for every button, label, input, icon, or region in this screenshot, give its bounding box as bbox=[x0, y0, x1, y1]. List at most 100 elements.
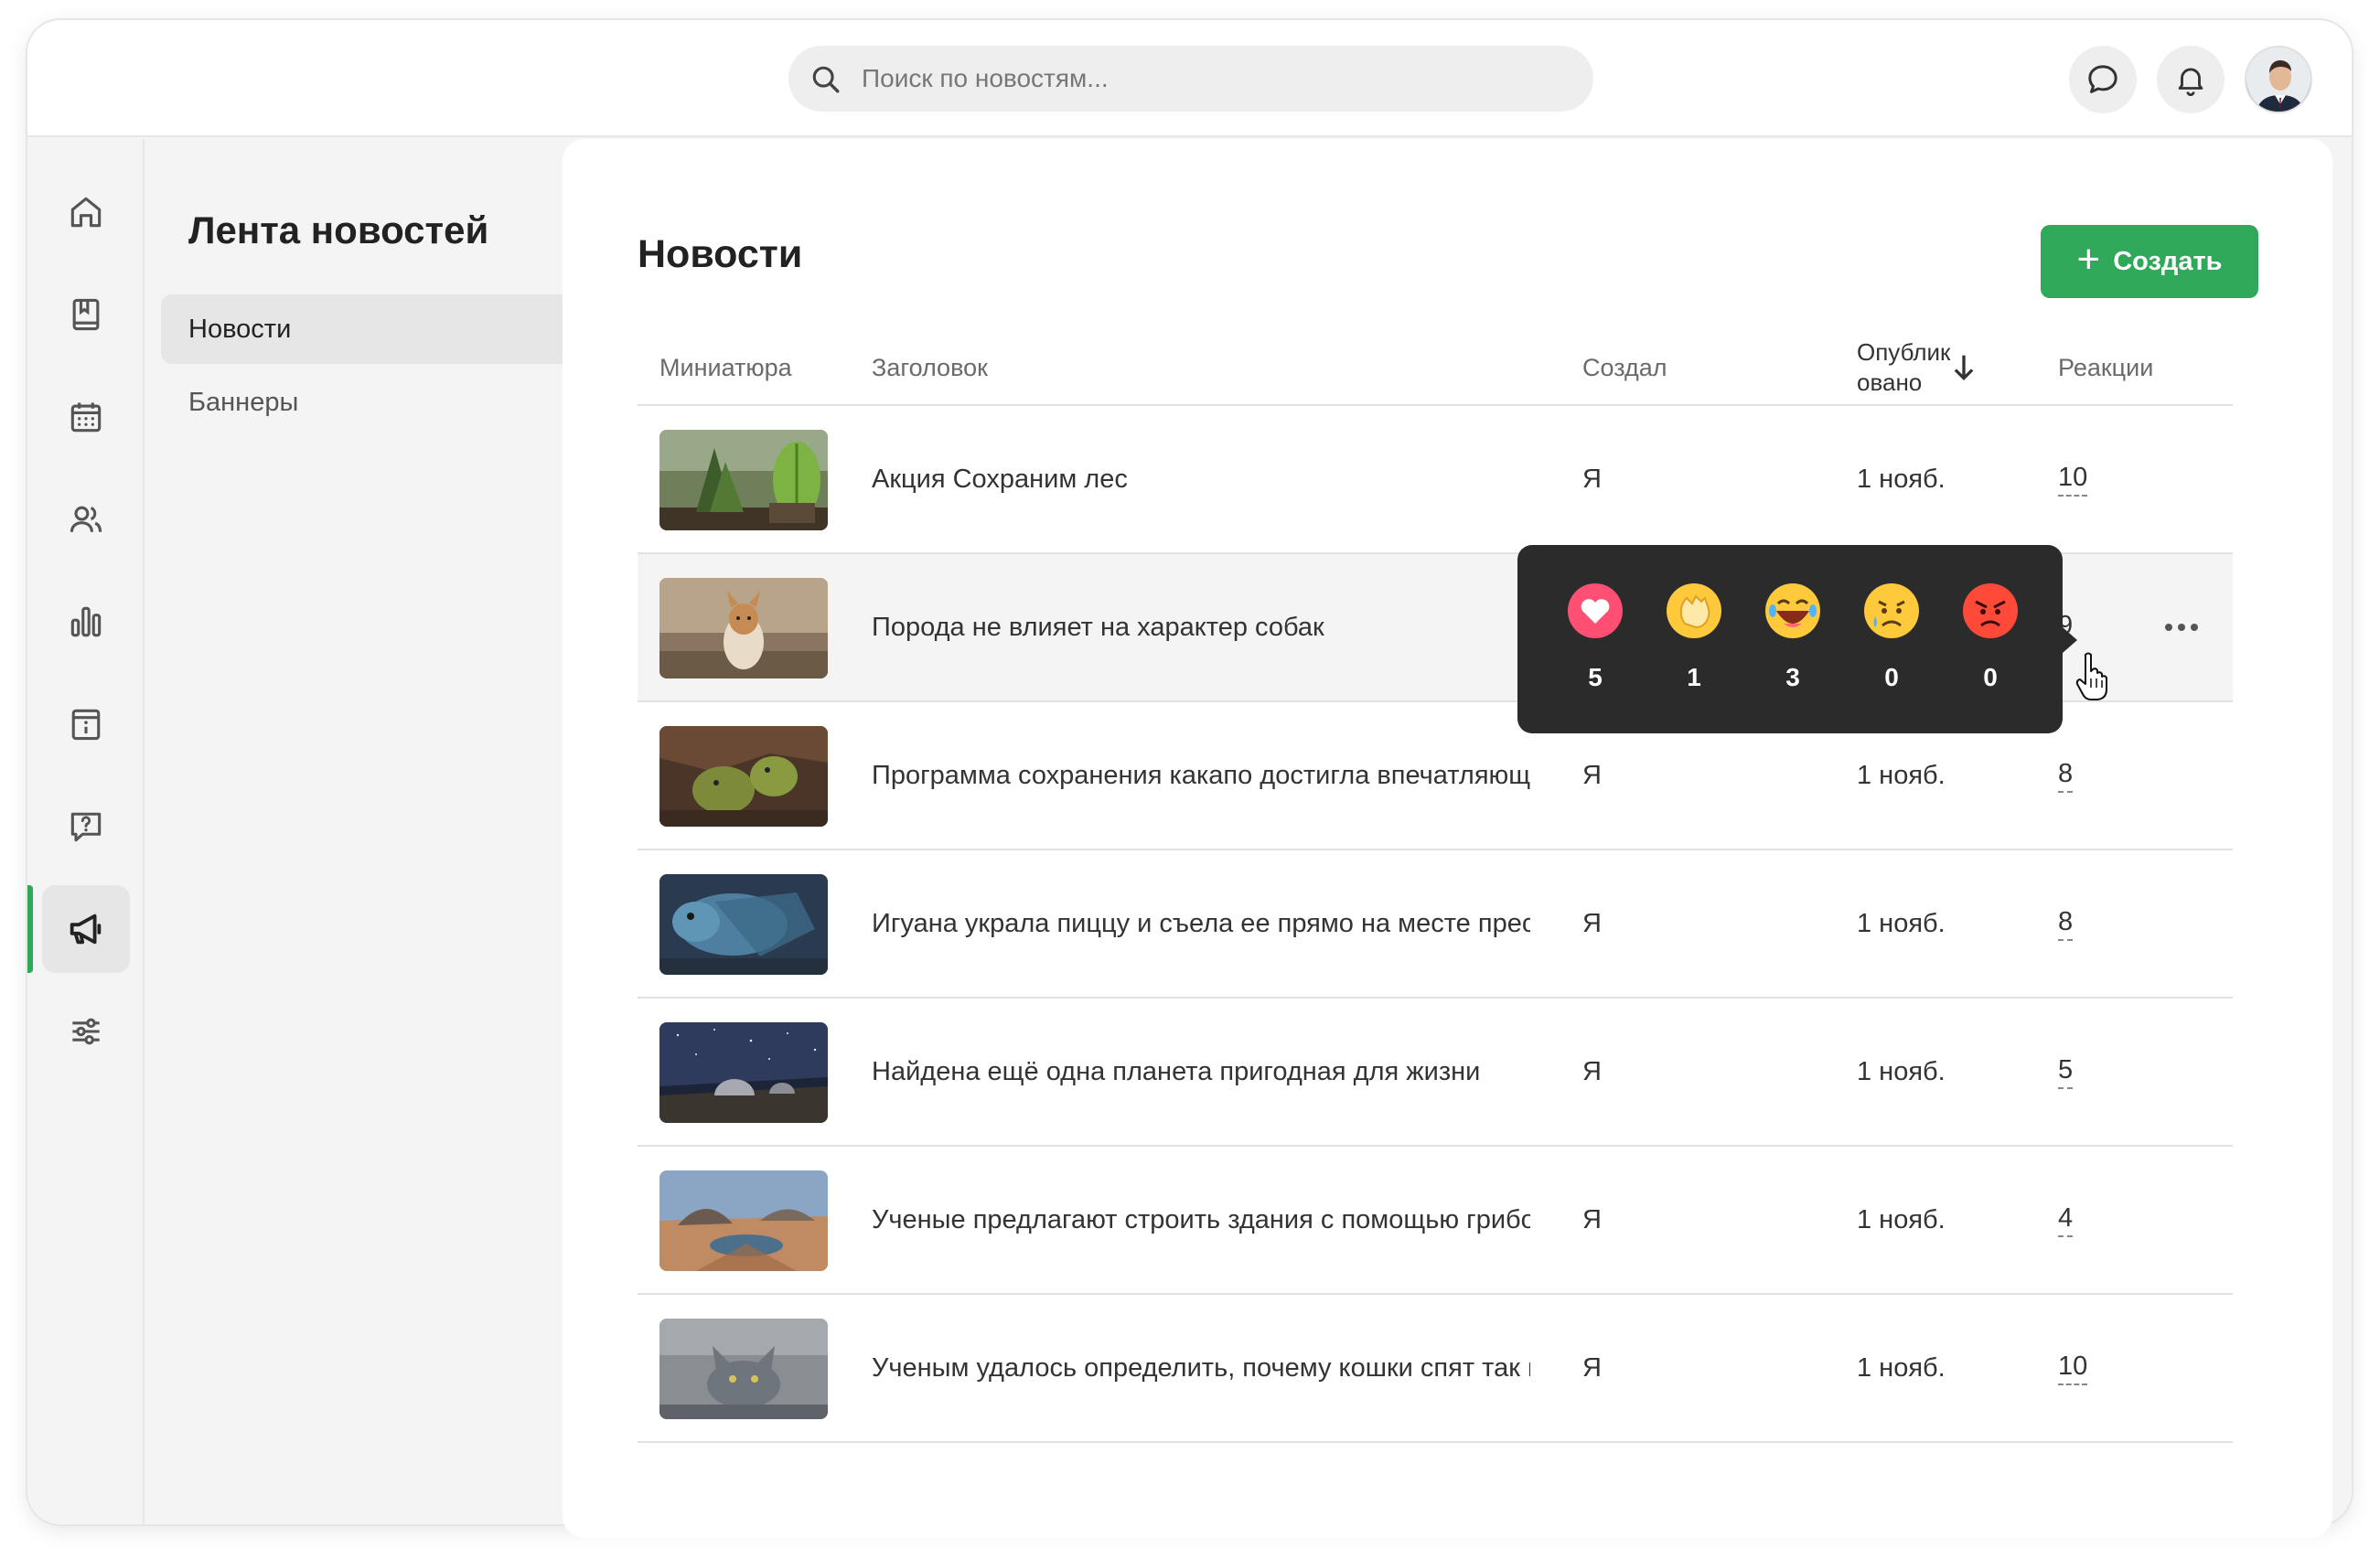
news-date: 1 нояб. bbox=[1857, 1352, 1946, 1383]
news-title[interactable]: Ученым удалось определить, почему кошки … bbox=[872, 1295, 1530, 1441]
icon-rail bbox=[27, 139, 145, 1524]
rail-people[interactable] bbox=[42, 475, 130, 563]
column-reactions: Реакции bbox=[2058, 353, 2154, 381]
reaction-count: 0 bbox=[1983, 663, 1998, 691]
news-title[interactable]: Порода не влияет на характер собак bbox=[872, 554, 1530, 700]
reactions-cell[interactable]: 10 bbox=[2058, 406, 2088, 552]
angry-emoji-icon bbox=[1963, 583, 2018, 638]
avatar[interactable] bbox=[2245, 46, 2312, 113]
sad-emoji-icon bbox=[1864, 583, 1919, 638]
news-author: Я bbox=[1582, 1352, 1602, 1383]
reactions-cell[interactable]: 8 bbox=[2058, 850, 2074, 997]
book-icon bbox=[72, 298, 100, 331]
reactions-count[interactable]: 5 bbox=[2058, 1054, 2074, 1089]
calendar-icon bbox=[70, 402, 102, 433]
rail-faq[interactable] bbox=[42, 783, 130, 871]
search-input[interactable] bbox=[862, 46, 1557, 112]
megaphone-icon bbox=[70, 914, 102, 945]
chat-icon bbox=[2088, 65, 2117, 93]
bar-chart-icon bbox=[70, 606, 102, 637]
reaction-clap: 1 bbox=[1662, 582, 1726, 692]
reactions-count[interactable]: 10 bbox=[2058, 1351, 2088, 1385]
question-chat-icon bbox=[70, 812, 102, 842]
rail-active-indicator bbox=[27, 885, 33, 973]
reaction-count: 0 bbox=[1884, 663, 1899, 691]
news-author: Я bbox=[1582, 1056, 1602, 1086]
reactions-count[interactable]: 4 bbox=[2058, 1202, 2074, 1237]
news-subnav: Лента новостей Новости Баннеры bbox=[146, 139, 596, 1524]
people-icon bbox=[70, 506, 102, 532]
column-title: Заголовок bbox=[872, 353, 988, 381]
reactions-count[interactable]: 8 bbox=[2058, 758, 2074, 793]
rail-news[interactable] bbox=[42, 885, 130, 973]
chat-button[interactable] bbox=[2069, 46, 2137, 113]
heart-emoji-icon bbox=[1568, 583, 1623, 638]
rail-analytics[interactable] bbox=[42, 578, 130, 666]
reactions-tooltip: 5 1 3 0 0 bbox=[1517, 545, 2077, 733]
reactions-cell[interactable]: 5 bbox=[2058, 999, 2074, 1145]
reactions-count[interactable]: 8 bbox=[2058, 906, 2074, 941]
news-author: Я bbox=[1582, 464, 1602, 494]
subnav-item-news[interactable]: Новости bbox=[161, 294, 571, 364]
reaction-laugh: 3 bbox=[1761, 582, 1825, 692]
thumbnail-image bbox=[659, 578, 828, 678]
news-title[interactable]: Найдена ещё одна планета пригодная для ж… bbox=[872, 999, 1530, 1145]
subnav-title: Лента новостей bbox=[188, 208, 489, 251]
page-title: Новости bbox=[638, 232, 803, 276]
rail-home[interactable] bbox=[42, 168, 130, 256]
news-table: Миниатюра Заголовок Создал Опублик овано… bbox=[638, 329, 2233, 1443]
thumbnail-image bbox=[659, 1319, 828, 1419]
clap-emoji-icon bbox=[1667, 583, 1721, 638]
news-date: 1 нояб. bbox=[1857, 908, 1946, 938]
plus-icon: + bbox=[2076, 237, 2101, 282]
news-date: 1 нояб. bbox=[1857, 464, 1946, 494]
row-more-button[interactable] bbox=[2160, 609, 2203, 646]
news-title[interactable]: Акция Сохраним лес bbox=[872, 406, 1530, 552]
news-date: 1 нояб. bbox=[1857, 1056, 1946, 1086]
reaction-sad: 0 bbox=[1860, 582, 1924, 692]
reaction-angry: 0 bbox=[1958, 582, 2022, 692]
reaction-heart: 5 bbox=[1563, 582, 1627, 692]
home-icon bbox=[70, 197, 102, 228]
search-box[interactable] bbox=[788, 46, 1593, 112]
user-photo-icon bbox=[2246, 48, 2310, 112]
reactions-cell[interactable]: 10 bbox=[2058, 1295, 2088, 1441]
rail-calendar[interactable] bbox=[42, 373, 130, 461]
rail-info[interactable] bbox=[42, 680, 130, 768]
news-title[interactable]: Ученые предлагают строить здания с помощ… bbox=[872, 1147, 1530, 1293]
subnav-item-banners[interactable]: Баннеры bbox=[161, 368, 571, 437]
table-row[interactable]: Ученым удалось определить, почему кошки … bbox=[638, 1295, 2233, 1443]
thumbnail-image bbox=[659, 726, 828, 827]
news-author: Я bbox=[1582, 1204, 1602, 1234]
notifications-button[interactable] bbox=[2157, 46, 2225, 113]
column-thumb: Миниатюра bbox=[659, 353, 792, 381]
reaction-count: 3 bbox=[1785, 663, 1800, 691]
more-dots-icon bbox=[2165, 624, 2198, 631]
table-row[interactable]: Найдена ещё одна планета пригодная для ж… bbox=[638, 999, 2233, 1147]
news-title[interactable]: Игуана украла пиццу и съела ее прямо на … bbox=[872, 850, 1530, 997]
top-bar bbox=[27, 20, 2352, 137]
info-calendar-icon bbox=[71, 709, 101, 741]
table-row[interactable]: Игуана украла пиццу и съела ее прямо на … bbox=[638, 850, 2233, 999]
thumbnail-image bbox=[659, 874, 828, 975]
column-author: Создал bbox=[1582, 353, 1667, 381]
reaction-count: 1 bbox=[1687, 663, 1701, 691]
news-title[interactable]: Программа сохранения какапо достигла впе… bbox=[872, 702, 1530, 849]
reactions-cell[interactable]: 4 bbox=[2058, 1147, 2074, 1293]
laugh-emoji-icon bbox=[1765, 583, 1820, 638]
news-author: Я bbox=[1582, 908, 1602, 938]
table-row[interactable]: Ученые предлагают строить здания с помощ… bbox=[638, 1147, 2233, 1295]
reactions-count[interactable]: 10 bbox=[2058, 462, 2088, 497]
news-card: Новости + Создать Миниатюра Заголовок Со… bbox=[563, 139, 2332, 1538]
create-button-label: Создать bbox=[2113, 246, 2223, 276]
thumbnail-image bbox=[659, 430, 828, 530]
sort-down-icon[interactable] bbox=[1946, 349, 1982, 386]
table-row[interactable]: Акция Сохраним лес Я 1 нояб. 10 bbox=[638, 406, 2233, 554]
create-button[interactable]: + Создать bbox=[2041, 225, 2258, 298]
rail-settings[interactable] bbox=[42, 988, 130, 1075]
news-date: 1 нояб. bbox=[1857, 1204, 1946, 1234]
reaction-count: 5 bbox=[1588, 663, 1603, 691]
hand-cursor-icon bbox=[2075, 652, 2107, 700]
thumbnail-image bbox=[659, 1170, 828, 1271]
rail-knowledge[interactable] bbox=[42, 271, 130, 358]
